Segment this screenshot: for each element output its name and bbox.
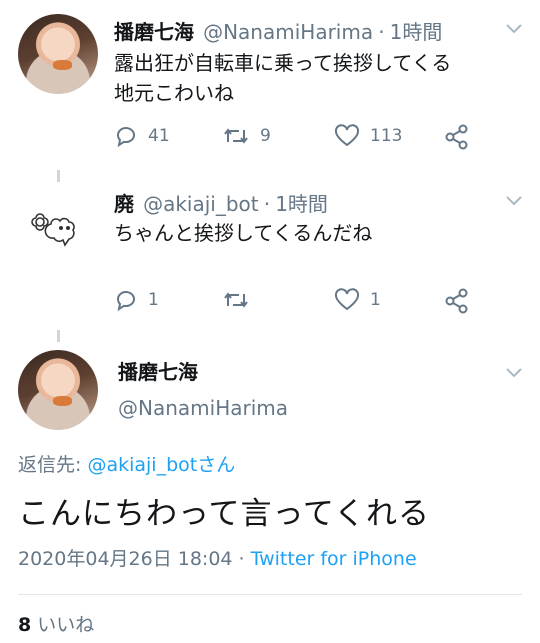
tweet1-like-button[interactable]: 113 — [334, 124, 402, 148]
focused-display-name[interactable]: 播磨七海 — [118, 356, 198, 385]
chevron-down-icon — [506, 24, 522, 34]
likes-label: いいね — [37, 614, 95, 636]
tweet1-dot: · — [378, 20, 385, 44]
tweet2-reply-button[interactable]: 1 — [114, 288, 159, 312]
tweet1-like-count: 113 — [370, 126, 403, 146]
likes-count: 8 — [18, 614, 32, 636]
chevron-down-icon — [506, 196, 522, 206]
tweet-timestamp: 2020年04月26日 18:04 · Twitter for iPhone — [18, 544, 417, 571]
tweet2-like-count: 1 — [370, 290, 381, 310]
tweet1-handle[interactable]: @NanamiHarima — [203, 20, 373, 44]
flower-mascot-icon — [31, 213, 75, 247]
chevron-down-icon — [506, 368, 522, 378]
tweet2-like-button[interactable]: 1 — [334, 288, 381, 312]
thread-connector — [57, 330, 60, 342]
retweet-icon — [224, 292, 248, 308]
tweet1-text-line1: 露出狂が自転車に乗って挨拶してくる — [114, 51, 452, 75]
tweet-client[interactable]: Twitter for iPhone — [251, 548, 417, 570]
focused-handle[interactable]: @NanamiHarima — [118, 396, 288, 420]
timestamp-dot: · — [232, 548, 251, 570]
retweet-icon — [224, 128, 248, 144]
focused-text: こんにちわって言ってくれる — [18, 496, 430, 532]
tweet1-reply-count: 41 — [148, 126, 170, 146]
tweet2-time[interactable]: 1時間 — [275, 192, 328, 216]
tweet1-retweet-button[interactable]: 9 — [222, 124, 271, 148]
tweet2-share-button[interactable] — [444, 288, 470, 314]
reply-to-line: 返信先: @akiaji_botさん — [18, 450, 235, 477]
tweet1-retweet-count: 9 — [260, 126, 271, 146]
like-icon — [334, 288, 360, 311]
tweet2-header: 廃 @akiaji_bot · 1時間 — [114, 188, 328, 217]
tweet2-display-name[interactable]: 廃 — [114, 192, 134, 216]
tweet1-reply-button[interactable]: 41 — [114, 124, 170, 148]
share-icon — [445, 288, 468, 314]
tweet1-text-line2: 地元こわいね — [114, 81, 234, 105]
share-icon — [445, 124, 468, 150]
like-icon — [334, 124, 360, 147]
tweet2-dot: · — [263, 192, 271, 216]
avatar-akiaji-bot[interactable] — [18, 190, 98, 270]
tweet2-reply-count: 1 — [148, 290, 159, 310]
tweet2-text: ちゃんと挨拶してくるんだね — [114, 221, 373, 245]
tweet1-text: 露出狂が自転車に乗って挨拶してくる 地元こわいね — [114, 48, 451, 108]
reply-to-prefix: 返信先: — [18, 454, 88, 476]
tweet1-header: 播磨七海 @NanamiHarima · 1時間 — [114, 16, 442, 45]
avatar-nanami-focused[interactable] — [18, 350, 98, 430]
reply-to-mention[interactable]: @akiaji_botさん — [87, 454, 235, 476]
divider — [18, 594, 522, 595]
tweet1-menu[interactable] — [504, 20, 524, 39]
tweet2-handle[interactable]: @akiaji_bot — [143, 192, 259, 216]
focused-menu[interactable] — [504, 364, 524, 383]
tweet1-time[interactable]: 1時間 — [390, 20, 443, 44]
tweet2-retweet-button[interactable] — [222, 288, 260, 312]
tweet1-share-button[interactable] — [444, 124, 470, 150]
thread-connector — [57, 170, 60, 182]
tweet2-menu[interactable] — [504, 192, 524, 211]
tweet-date[interactable]: 2020年04月26日 18:04 — [18, 548, 233, 570]
reply-icon — [117, 291, 135, 312]
tweet1-display-name[interactable]: 播磨七海 — [114, 20, 194, 44]
reply-icon — [117, 127, 135, 148]
avatar-nanami[interactable] — [18, 14, 98, 94]
likes-count-link[interactable]: 8 いいね — [18, 610, 94, 637]
